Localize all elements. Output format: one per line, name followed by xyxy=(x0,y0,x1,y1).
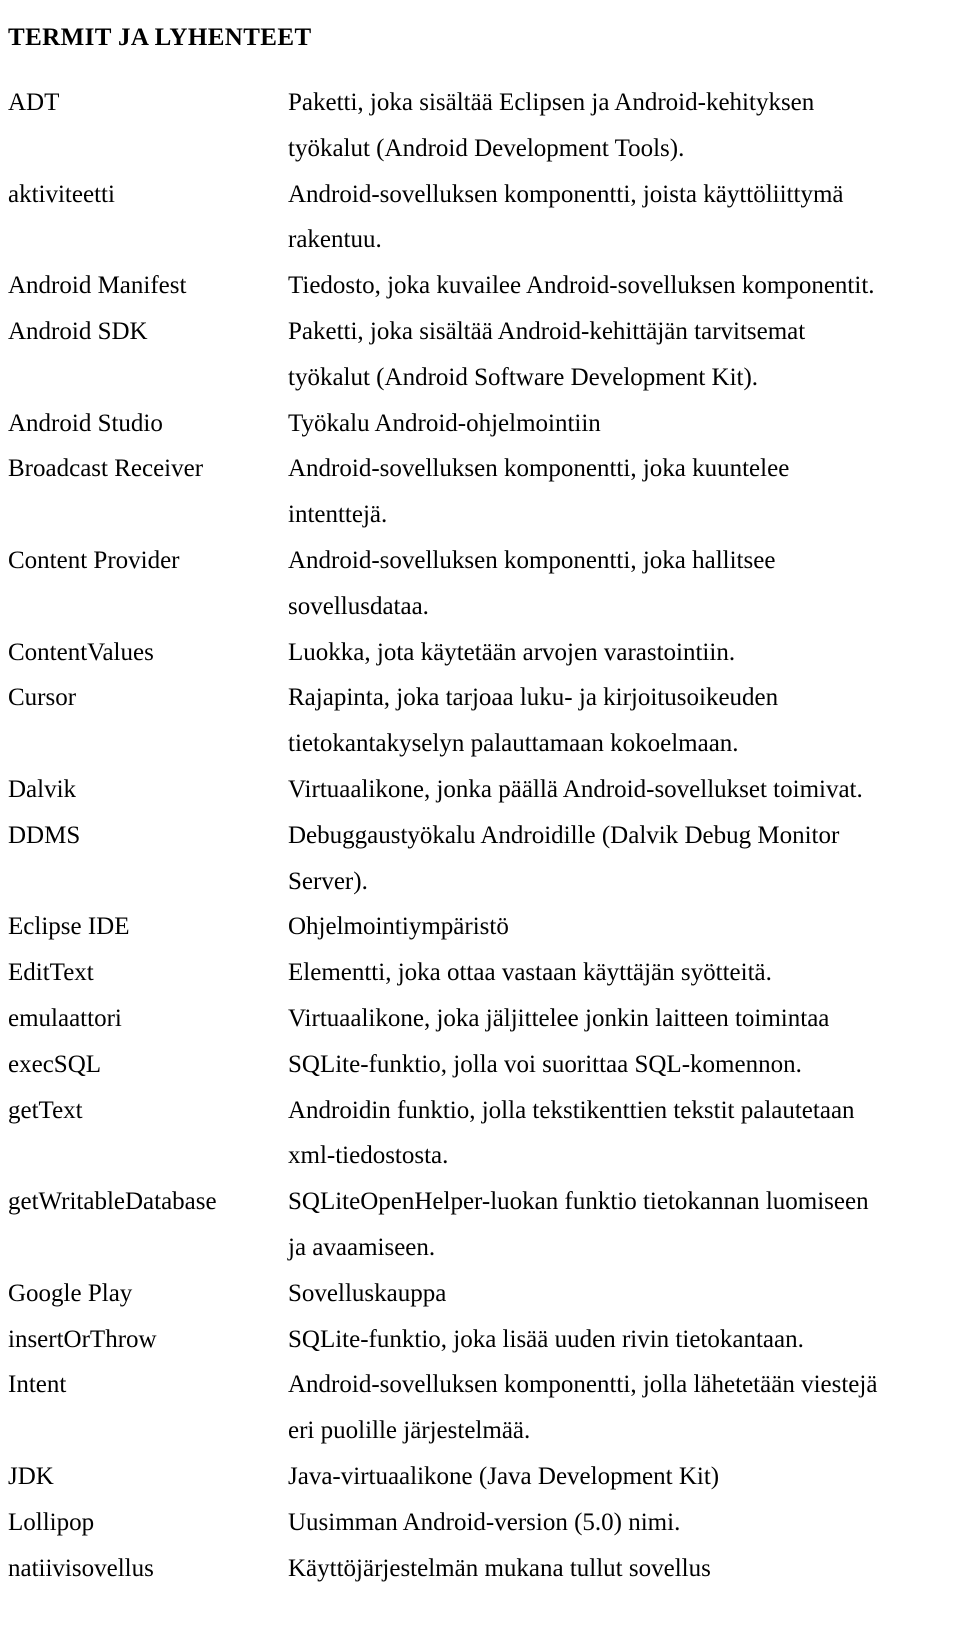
glossary-definition-line: Android-sovelluksen komponentti, joista … xyxy=(288,180,844,208)
glossary-entry: aktiviteetti Android-sovelluksen komponen… xyxy=(0,172,960,264)
glossary-definition-line: ja avaamiseen. xyxy=(288,1233,436,1261)
glossary-definition-line: työkalut (Android Development Tools). xyxy=(288,134,685,162)
glossary-definition-line: intenttejä. xyxy=(288,501,388,529)
glossary-definition-line: Ohjelmointiympäristö xyxy=(288,913,509,941)
glossary-entry: Android Manifest Tiedosto, joka kuvailee … xyxy=(0,263,960,309)
document-page: TERMIT JA LYHENTEET ADT Paketti, joka sis… xyxy=(0,0,960,1649)
glossary-entry: Broadcast Receiver Android-sovelluksen ko… xyxy=(0,446,960,538)
glossary-entry: Android SDK Paketti, joka sisältää Androi… xyxy=(0,309,960,401)
glossary-term: JDK xyxy=(8,1462,54,1490)
glossary-definition-line: Paketti, joka sisältää Android-kehittäjä… xyxy=(288,317,806,345)
glossary-term: natiivisovellus xyxy=(8,1554,154,1582)
glossary-entry: Cursor Rajapinta, joka tarjoaa luku- ja k… xyxy=(0,675,960,767)
glossary-definition-line: Virtuaalikone, joka jäljittelee jonkin l… xyxy=(288,1004,830,1032)
glossary-entry: ADT Paketti, joka sisältää Eclipsen ja An… xyxy=(0,80,960,172)
glossary-definition-line: sovellusdataa. xyxy=(288,592,429,620)
glossary-term: getWritableDatabase xyxy=(8,1188,217,1216)
glossary-definition-line: Käyttöjärjestelmän mukana tullut sovellu… xyxy=(288,1554,711,1582)
glossary-definition-line: Paketti, joka sisältää Eclipsen ja Andro… xyxy=(288,89,815,116)
glossary-term: Intent xyxy=(8,1371,67,1399)
glossary-term: DDMS xyxy=(8,821,81,849)
glossary-entry: JDK Java-virtuaalikone (Java Development … xyxy=(0,1454,960,1500)
glossary-entry: DDMS Debuggaustyökalu Androidille (Dalvik… xyxy=(0,813,960,905)
glossary-term: ContentValues xyxy=(8,638,154,666)
glossary-term: Android SDK xyxy=(8,317,148,345)
glossary-definition-line: Tiedosto, joka kuvailee Android-sovelluk… xyxy=(288,272,875,300)
glossary-list: ADT Paketti, joka sisältää Eclipsen ja An… xyxy=(0,80,960,1591)
glossary-term: Broadcast Receiver xyxy=(8,455,204,483)
glossary-definition-line: eri puolille järjestelmää. xyxy=(288,1417,531,1445)
glossary-entry: Content Provider Android-sovelluksen komp… xyxy=(0,538,960,630)
glossary-term: Lollipop xyxy=(8,1508,95,1536)
glossary-definition-line: Rajapinta, joka tarjoaa luku- ja kirjoit… xyxy=(288,684,779,712)
glossary-entry: execSQL SQLite-funktio, jolla voi suoritt… xyxy=(0,1042,960,1088)
glossary-definition-line: työkalut (Android Software Development K… xyxy=(288,363,759,391)
glossary-definition-line: Android-sovelluksen komponentti, joka ha… xyxy=(288,546,776,574)
glossary-definition-line: Debuggaustyökalu Androidille (Dalvik Deb… xyxy=(288,821,840,849)
glossary-term: insertOrThrow xyxy=(8,1325,157,1353)
glossary-entry: EditText Elementti, joka ottaa vastaan kä… xyxy=(0,950,960,996)
glossary-term: Android Manifest xyxy=(8,272,187,300)
glossary-entry: getText Androidin funktio, jolla tekstike… xyxy=(0,1088,960,1180)
glossary-entry: Google Play Sovelluskauppa xyxy=(0,1271,960,1317)
glossary-entry: Android Studio Työkalu Android-ohjelmoint… xyxy=(0,401,960,447)
glossary-entry: getWritableDatabase SQLiteOpenHelper-luok… xyxy=(0,1179,960,1271)
glossary-definition-line: Virtuaalikone, jonka päällä Android-sove… xyxy=(288,775,863,803)
glossary-definition-line: Android-sovelluksen komponentti, jolla l… xyxy=(288,1371,878,1399)
glossary-term: Dalvik xyxy=(8,775,77,803)
glossary-definition-line: Androidin funktio, jolla tekstikenttien … xyxy=(288,1096,855,1124)
glossary-term: emulaattori xyxy=(8,1004,122,1032)
glossary-definition-line: xml-tiedostosta. xyxy=(288,1142,449,1170)
glossary-term: EditText xyxy=(8,959,94,987)
glossary-term: getText xyxy=(8,1096,83,1124)
glossary-entry: ContentValues Luokka, jota käytetään arvo… xyxy=(0,630,960,676)
glossary-definition-line: SQLite-funktio, jolla voi suorittaa SQL-… xyxy=(288,1050,802,1078)
page-title: TERMIT JA LYHENTEET xyxy=(8,23,312,51)
glossary-definition-line: Luokka, jota käytetään arvojen varastoin… xyxy=(288,638,736,666)
glossary-definition-line: Elementti, joka ottaa vastaan käyttäjän … xyxy=(288,959,772,987)
glossary-term: Google Play xyxy=(8,1279,133,1307)
glossary-definition-line: SQLite-funktio, joka lisää uuden rivin t… xyxy=(288,1325,804,1353)
glossary-term: Cursor xyxy=(8,684,77,712)
glossary-entry: Lollipop Uusimman Android-version (5.0) n… xyxy=(0,1500,960,1546)
glossary-definition-line: rakentuu. xyxy=(288,226,382,254)
glossary-entry: natiivisovellus Käyttöjärjestelmän mukana… xyxy=(0,1546,960,1592)
glossary-definition-line: Uusimman Android-version (5.0) nimi. xyxy=(288,1508,681,1536)
glossary-definition-line: Server). xyxy=(288,867,368,895)
glossary-term: Android Studio xyxy=(8,409,163,437)
glossary-definition-line: Sovelluskauppa xyxy=(288,1279,447,1307)
glossary-entry: Eclipse IDE Ohjelmointiympäristö xyxy=(0,904,960,950)
glossary-entry: Intent Android-sovelluksen komponentti, j… xyxy=(0,1362,960,1454)
glossary-term: ADT xyxy=(8,89,60,116)
glossary-definition-line: SQLiteOpenHelper-luokan funktio tietokan… xyxy=(288,1188,869,1216)
glossary-term: execSQL xyxy=(8,1050,102,1078)
glossary-entry: Dalvik Virtuaalikone, jonka päällä Androi… xyxy=(0,767,960,813)
glossary-definition-line: Android-sovelluksen komponentti, joka ku… xyxy=(288,455,790,483)
glossary-definition-line: tietokantakyselyn palauttamaan kokoelmaa… xyxy=(288,730,739,758)
glossary-definition-line: Java-virtuaalikone (Java Development Kit… xyxy=(288,1462,720,1490)
glossary-term: Content Provider xyxy=(8,546,180,574)
glossary-entry: emulaattori Virtuaalikone, joka jäljittel… xyxy=(0,996,960,1042)
glossary-definition-line: Työkalu Android-ohjelmointiin xyxy=(288,409,601,437)
glossary-entry: insertOrThrow SQLite-funktio, joka lisää … xyxy=(0,1317,960,1363)
glossary-term: aktiviteetti xyxy=(8,180,115,208)
glossary-term: Eclipse IDE xyxy=(8,913,130,941)
